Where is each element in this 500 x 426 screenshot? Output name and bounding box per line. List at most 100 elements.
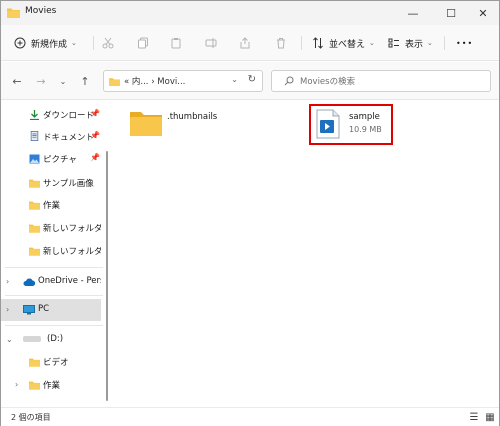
address-bar[interactable]: « 内... › Movi... ⌄ ↻ — [103, 70, 263, 92]
sidebar-item-onedrive[interactable]: › OneDrive - Perso — [1, 271, 101, 293]
sidebar-item-label: 作業 — [43, 201, 61, 211]
sidebar-item-work-d[interactable]: › 作業 — [1, 374, 101, 396]
sidebar-item-label: 新しいフォルダー ( — [43, 247, 101, 257]
sidebar-item-label: PC — [38, 304, 50, 314]
sidebar-item-new-folder-2[interactable]: 新しいフォルダー ( — [1, 240, 101, 262]
new-button-label: 新規作成 — [31, 39, 68, 50]
search-input[interactable]: Moviesの検索 — [271, 70, 491, 92]
up-arrow-icon[interactable]: ↑ — [77, 74, 93, 88]
chevron-down-icon[interactable]: ⌄ — [6, 335, 13, 344]
chevron-right-icon[interactable]: › — [6, 305, 9, 314]
sidebar-item-new-folder[interactable]: 新しいフォルダー — [1, 217, 101, 239]
folder-icon — [29, 358, 40, 367]
sidebar-item-pictures[interactable]: ピクチャ 📌 — [1, 148, 101, 170]
sort-button-label: 並べ替え — [329, 39, 366, 50]
sidebar-item-work[interactable]: 作業 — [1, 194, 101, 216]
navigation-pane: ダウンロード 📌 ドキュメント 📌 ピクチャ 📌 サンプル画像 作業 新しいフォ… — [1, 101, 105, 407]
delete-button[interactable] — [274, 34, 288, 52]
sidebar-item-documents[interactable]: ドキュメント 📌 — [1, 126, 101, 148]
new-button[interactable]: 新規作成 ⌄ — [13, 34, 77, 52]
folder-icon — [29, 201, 40, 210]
file-name: .thumbnails — [167, 112, 218, 122]
address-row: ← → ⌄ ↑ « 内... › Movi... ⌄ ↻ Moviesの検索 — [1, 62, 499, 100]
sort-icon — [311, 36, 325, 50]
maximize-button[interactable]: ☐ — [433, 1, 469, 25]
rename-button[interactable] — [204, 34, 218, 52]
folder-icon — [29, 224, 40, 233]
download-icon — [30, 110, 39, 120]
sidebar-item-video[interactable]: ビデオ — [1, 351, 101, 373]
close-button[interactable]: ✕ — [465, 1, 500, 25]
divider — [444, 36, 445, 50]
pin-icon: 📌 — [90, 153, 100, 162]
sidebar-item-label: ドキュメント — [43, 133, 95, 143]
rename-icon — [204, 36, 218, 50]
folder-icon — [29, 381, 40, 390]
sidebar-item-label: ピクチャ — [43, 155, 77, 165]
sidebar-item-pc[interactable]: › PC — [1, 299, 101, 321]
divider — [5, 325, 103, 326]
folder-icon — [29, 179, 40, 188]
trash-icon — [274, 36, 288, 50]
chevron-down-icon: ⌄ — [71, 39, 77, 47]
window-title: Movies — [25, 6, 57, 16]
file-list: .thumbnails sample 10.9 MB — [111, 101, 499, 407]
plus-circle-icon — [13, 36, 27, 50]
divider — [301, 36, 302, 50]
chevron-right-icon[interactable]: › — [15, 380, 18, 389]
scissors-icon — [101, 36, 115, 50]
status-bar: 2 個の項目 ☰ ▦ — [1, 407, 499, 426]
more-options-button[interactable]: ••• — [456, 34, 473, 52]
sidebar-item-label: (D:) — [47, 334, 64, 344]
cloud-icon — [23, 278, 36, 286]
pin-icon: 📌 — [90, 109, 100, 118]
selection-highlight-box — [309, 104, 393, 145]
forward-arrow-icon[interactable]: → — [33, 74, 49, 88]
sidebar-item-downloads[interactable]: ダウンロード 📌 — [1, 104, 101, 126]
copy-button[interactable] — [136, 34, 150, 52]
divider — [93, 36, 94, 50]
minimize-button[interactable]: — — [395, 1, 431, 25]
sidebar-item-label: 新しいフォルダー — [43, 224, 101, 234]
sidebar-item-label: 作業 — [43, 381, 61, 391]
folder-icon — [29, 247, 40, 256]
title-bar: Movies — ☐ ✕ — [1, 1, 499, 25]
pc-icon — [23, 305, 35, 315]
file-item-thumbnails[interactable]: .thumbnails — [129, 109, 217, 137]
divider — [5, 267, 103, 268]
pictures-icon — [29, 154, 40, 164]
folder-app-icon — [7, 8, 20, 18]
folder-icon — [130, 112, 162, 136]
command-bar: 新規作成 ⌄ 並べ替え ⌄ 表示 ⌄ ••• — [1, 25, 499, 61]
tiles-view-icon[interactable]: ▦ — [483, 411, 497, 424]
details-view-icon[interactable]: ☰ — [467, 411, 481, 424]
cut-button[interactable] — [101, 34, 115, 52]
document-icon — [30, 131, 39, 141]
chevron-down-icon[interactable]: ⌄ — [231, 75, 238, 84]
chevron-down-icon: ⌄ — [427, 39, 433, 47]
recent-locations-chevron-icon[interactable]: ⌄ — [55, 74, 71, 88]
sort-button[interactable]: 並べ替え ⌄ — [311, 34, 375, 52]
refresh-icon[interactable]: ↻ — [248, 74, 256, 85]
chevron-right-icon[interactable]: › — [6, 277, 9, 286]
search-placeholder: Moviesの検索 — [300, 77, 356, 87]
view-icon — [387, 36, 401, 50]
file-explorer-window: Movies — ☐ ✕ 新規作成 ⌄ 並べ替え ⌄ 表示 ⌄ ••• ← → … — [0, 0, 500, 426]
address-path: « 内... › Movi... — [124, 77, 186, 87]
back-arrow-icon[interactable]: ← — [9, 74, 25, 88]
view-button-label: 表示 — [405, 39, 424, 50]
item-count: 2 個の項目 — [11, 413, 51, 422]
sidebar-item-label: ビデオ — [43, 358, 69, 368]
sidebar-item-label: OneDrive - Perso — [38, 276, 101, 286]
sidebar-item-drive-d[interactable]: ⌄ (D:) — [1, 329, 101, 351]
pin-icon: 📌 — [90, 131, 100, 140]
search-icon — [284, 76, 294, 86]
share-button[interactable] — [238, 34, 252, 52]
folder-icon — [109, 77, 120, 86]
paste-button[interactable] — [169, 34, 183, 52]
sidebar-scrollbar[interactable] — [106, 151, 108, 401]
view-button[interactable]: 表示 ⌄ — [387, 34, 433, 52]
sidebar-item-label: ダウンロード — [43, 111, 95, 121]
sidebar-item-sample-images[interactable]: サンプル画像 — [1, 172, 101, 194]
paste-icon — [169, 36, 183, 50]
